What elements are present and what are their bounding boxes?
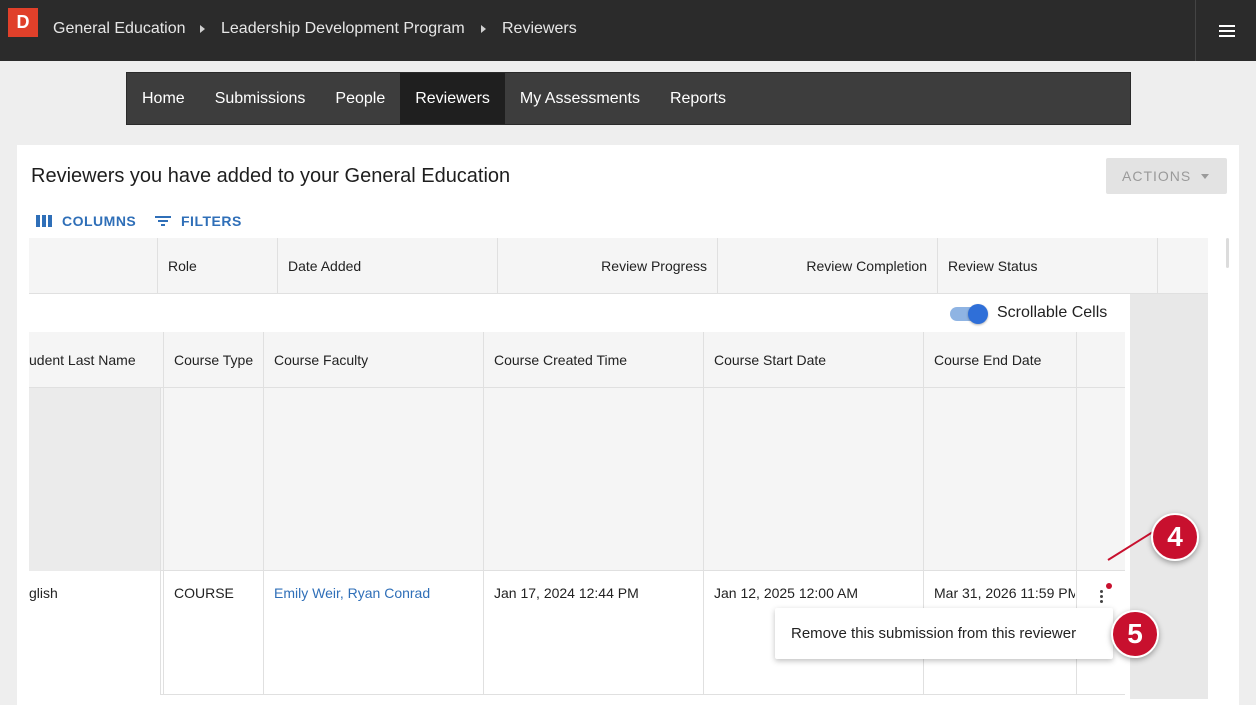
header-course-start-date[interactable]: Course Start Date — [703, 332, 923, 388]
cell-course-created-time: Jan 17, 2024 12:44 PM — [494, 585, 639, 601]
breadcrumb-general-education[interactable]: General Education — [53, 20, 186, 38]
toggle-knob — [968, 304, 988, 324]
column-divider — [160, 388, 161, 571]
top-bar: D General Education Leadership Developme… — [0, 0, 1256, 61]
hamburger-menu-icon[interactable] — [1219, 25, 1235, 37]
header-course-created-time[interactable]: Course Created Time — [483, 332, 703, 388]
cell-course-faculty-link[interactable]: Emily Weir, Ryan Conrad — [274, 585, 479, 601]
callout-badge-5: 5 — [1111, 610, 1159, 658]
header-course-end-date[interactable]: Course End Date — [923, 332, 1076, 388]
header-review-progress[interactable]: Review Progress — [497, 238, 717, 294]
column-divider — [163, 571, 164, 695]
scrollable-cells-label: Scrollable Cells — [997, 304, 1108, 321]
column-divider — [483, 571, 484, 695]
callout-leader-dot — [1106, 583, 1112, 589]
column-divider — [263, 571, 264, 695]
header-role[interactable]: Role — [157, 238, 277, 294]
column-divider — [160, 571, 161, 695]
actions-button[interactable]: ACTIONS — [1106, 158, 1227, 194]
header-actions-column — [1076, 332, 1125, 388]
cell-course-type: COURSE — [174, 585, 234, 601]
column-divider — [263, 388, 264, 571]
cell-course-end-date: Mar 31, 2026 11:59 PM — [934, 585, 1075, 601]
columns-icon — [36, 215, 52, 227]
cell-course-start-date: Jan 12, 2025 12:00 AM — [714, 585, 858, 601]
scrollable-cells-toggle[interactable] — [950, 304, 988, 324]
reviewer-table-header: Role Date Added Review Progress Review C… — [29, 238, 1208, 294]
header-review-completion[interactable]: Review Completion — [717, 238, 937, 294]
callout-badge-4: 4 — [1151, 513, 1199, 561]
breadcrumb-separator-icon — [200, 25, 205, 33]
header-extra-column — [1157, 238, 1208, 294]
actions-label: ACTIONS — [1122, 168, 1192, 184]
column-divider — [923, 388, 924, 571]
column-divider — [483, 388, 484, 571]
header-date-added[interactable]: Date Added — [277, 238, 497, 294]
column-divider — [703, 388, 704, 571]
nav-my-assessments[interactable]: My Assessments — [505, 73, 655, 124]
nav-people[interactable]: People — [320, 73, 400, 124]
filters-label: FILTERS — [181, 213, 242, 229]
column-divider — [163, 388, 164, 571]
frozen-column-cell — [29, 388, 160, 571]
topbar-divider — [1195, 0, 1196, 61]
vertical-scrollbar[interactable] — [1226, 238, 1229, 268]
filter-icon — [155, 215, 171, 227]
submissions-table-header: udent Last Name Course Type Course Facul… — [29, 332, 1125, 388]
column-divider — [1076, 388, 1077, 571]
nav-reports[interactable]: Reports — [655, 73, 741, 124]
columns-button[interactable]: COLUMNS — [36, 211, 136, 231]
nav-home[interactable]: Home — [127, 73, 200, 124]
header-course-type[interactable]: Course Type — [163, 332, 263, 388]
main-nav: Home Submissions People Reviewers My Ass… — [126, 72, 1131, 125]
row-more-options-icon[interactable] — [1099, 590, 1103, 604]
columns-label: COLUMNS — [62, 213, 137, 229]
filters-button[interactable]: FILTERS — [155, 211, 242, 231]
header-review-status[interactable]: Review Status — [937, 238, 1157, 294]
caret-down-icon — [1201, 174, 1209, 179]
nav-submissions[interactable]: Submissions — [200, 73, 321, 124]
page-title: Reviewers you have added to your General… — [31, 165, 511, 187]
table-row-empty — [29, 388, 1125, 571]
breadcrumb-separator-icon — [481, 25, 486, 33]
header-student-last-name[interactable]: udent Last Name — [29, 332, 160, 388]
nav-reviewers[interactable]: Reviewers — [400, 73, 505, 124]
app-logo[interactable]: D — [8, 8, 38, 37]
header-course-faculty[interactable]: Course Faculty — [263, 332, 483, 388]
breadcrumb-program[interactable]: Leadership Development Program — [221, 20, 465, 38]
breadcrumb-reviewers: Reviewers — [502, 20, 577, 37]
column-divider — [703, 571, 704, 695]
cell-student-last-name: glish — [29, 585, 58, 601]
remove-submission-menu-item[interactable]: Remove this submission from this reviewe… — [775, 608, 1113, 659]
